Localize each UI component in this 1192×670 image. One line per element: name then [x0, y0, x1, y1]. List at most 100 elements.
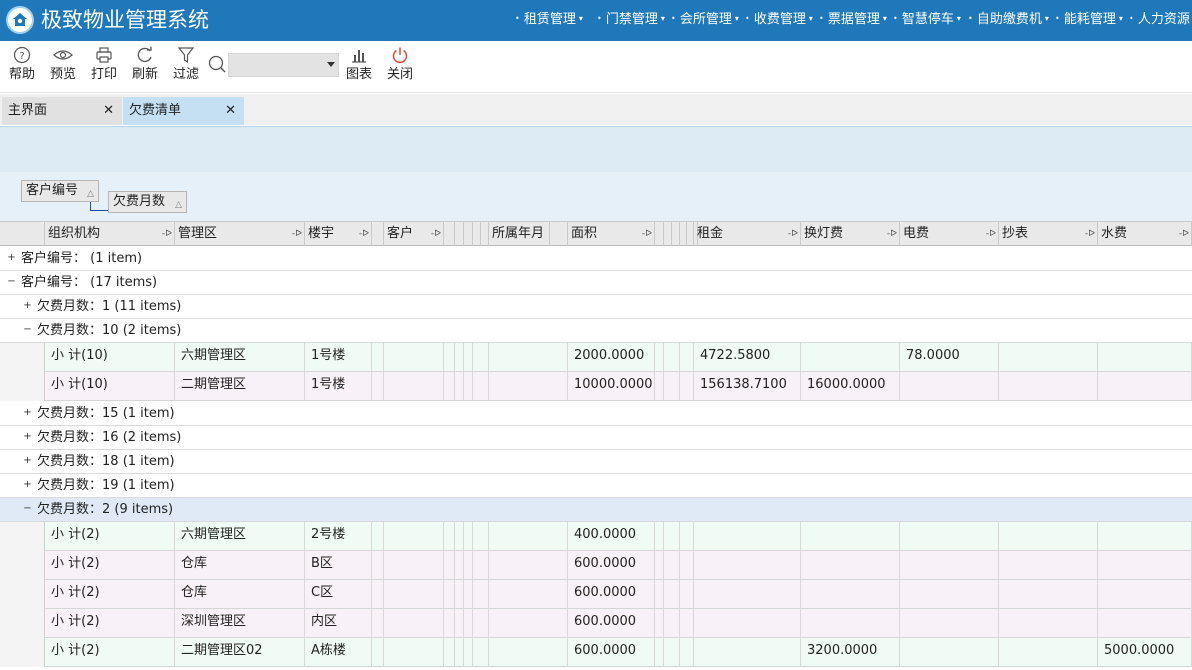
- table-cell[interactable]: [664, 551, 680, 579]
- nav-access[interactable]: • 门禁管理 ▾: [594, 11, 665, 28]
- nav-energy[interactable]: • 能耗管理 ▾: [1052, 11, 1123, 28]
- table-cell[interactable]: [999, 343, 1098, 371]
- table-cell[interactable]: [372, 343, 384, 371]
- table-cell[interactable]: [473, 372, 489, 400]
- table-cell[interactable]: [455, 343, 464, 371]
- table-row[interactable]: 小 计(2) 六期管理区 2号楼 400.0000: [0, 522, 1192, 551]
- table-cell[interactable]: [384, 580, 444, 608]
- table-cell[interactable]: [1098, 609, 1192, 637]
- table-cell[interactable]: [444, 372, 455, 400]
- table-cell[interactable]: [444, 522, 455, 550]
- table-cell[interactable]: [999, 372, 1098, 400]
- table-cell[interactable]: [372, 609, 384, 637]
- table-cell[interactable]: [655, 580, 664, 608]
- table-cell[interactable]: 深圳管理区: [175, 609, 305, 637]
- collapse-icon[interactable]: −: [7, 277, 16, 287]
- col-narrow[interactable]: [455, 222, 464, 246]
- search-icon[interactable]: [207, 53, 227, 79]
- table-cell[interactable]: [384, 638, 444, 666]
- table-cell[interactable]: [455, 522, 464, 550]
- table-cell[interactable]: C区: [305, 580, 372, 608]
- subgroup-row[interactable]: − 欠费月数：2 (9 items): [0, 498, 1192, 522]
- col-water[interactable]: 水费 -ᐅ: [1098, 222, 1192, 246]
- table-cell[interactable]: 600.0000: [568, 551, 655, 579]
- preview-button[interactable]: 预览: [48, 46, 78, 83]
- expand-icon[interactable]: +: [23, 301, 32, 311]
- table-cell[interactable]: [680, 580, 694, 608]
- table-cell[interactable]: [473, 522, 489, 550]
- table-cell[interactable]: 小 计(2): [45, 580, 175, 608]
- nav-fee[interactable]: • 收费管理 ▾: [742, 11, 813, 28]
- table-cell[interactable]: [680, 638, 694, 666]
- table-cell[interactable]: [384, 372, 444, 400]
- col-meter[interactable]: 抄表 -ᐅ: [999, 222, 1098, 246]
- table-cell[interactable]: [694, 522, 801, 550]
- subgroup-row[interactable]: − 欠费月数：10 (2 items): [0, 319, 1192, 343]
- help-button[interactable]: ? 帮助: [7, 46, 37, 83]
- subgroup-row[interactable]: + 欠费月数：15 (1 item): [0, 402, 1192, 426]
- table-cell[interactable]: [372, 522, 384, 550]
- table-cell[interactable]: [455, 580, 464, 608]
- table-cell[interactable]: [473, 638, 489, 666]
- table-cell[interactable]: [694, 609, 801, 637]
- table-cell[interactable]: [900, 522, 999, 550]
- table-cell[interactable]: 600.0000: [568, 580, 655, 608]
- expand-icon[interactable]: +: [23, 480, 32, 490]
- table-cell[interactable]: 1号楼: [305, 343, 372, 371]
- table-cell[interactable]: [900, 609, 999, 637]
- table-cell[interactable]: 2号楼: [305, 522, 372, 550]
- table-cell[interactable]: [455, 638, 464, 666]
- table-cell[interactable]: [999, 609, 1098, 637]
- table-cell[interactable]: [655, 551, 664, 579]
- table-cell[interactable]: [999, 522, 1098, 550]
- pin-icon[interactable]: -ᐅ: [359, 222, 369, 246]
- table-cell[interactable]: [664, 522, 680, 550]
- table-cell[interactable]: 4722.5800: [694, 343, 801, 371]
- col-building[interactable]: 楼宇 -ᐅ: [305, 222, 372, 246]
- table-cell[interactable]: [455, 609, 464, 637]
- col-narrow[interactable]: [473, 222, 481, 246]
- table-cell[interactable]: [372, 638, 384, 666]
- table-cell[interactable]: 156138.7100: [694, 372, 801, 400]
- table-cell[interactable]: [694, 551, 801, 579]
- table-cell[interactable]: [680, 609, 694, 637]
- tab-main[interactable]: 主界面 ✕: [2, 97, 122, 125]
- table-cell[interactable]: 小 计(10): [45, 343, 175, 371]
- table-cell[interactable]: 小 计(10): [45, 372, 175, 400]
- table-cell[interactable]: 1号楼: [305, 372, 372, 400]
- table-cell[interactable]: 仓库: [175, 580, 305, 608]
- table-row[interactable]: 小 计(10) 六期管理区 1号楼 2000.0000 4722.5800 78…: [0, 343, 1192, 372]
- table-cell[interactable]: [464, 343, 473, 371]
- col-narrow[interactable]: [481, 222, 489, 246]
- table-cell[interactable]: [999, 638, 1098, 666]
- table-cell[interactable]: [384, 551, 444, 579]
- table-cell[interactable]: [680, 372, 694, 400]
- table-cell[interactable]: [455, 551, 464, 579]
- table-cell[interactable]: [473, 580, 489, 608]
- subgroup-row[interactable]: + 欠费月数：18 (1 item): [0, 450, 1192, 474]
- expand-icon[interactable]: +: [7, 253, 16, 263]
- group-chip-customer[interactable]: 客户编号 △: [21, 180, 99, 202]
- table-cell[interactable]: 3200.0000: [801, 638, 900, 666]
- col-area[interactable]: 管理区 -ᐅ: [175, 222, 305, 246]
- table-cell[interactable]: B区: [305, 551, 372, 579]
- table-cell[interactable]: [1098, 551, 1192, 579]
- table-cell[interactable]: [444, 638, 455, 666]
- table-cell[interactable]: [655, 343, 664, 371]
- table-cell[interactable]: [464, 551, 473, 579]
- table-cell[interactable]: [489, 638, 568, 666]
- table-cell[interactable]: [655, 609, 664, 637]
- nav-invoice[interactable]: • 票据管理 ▾: [816, 11, 887, 28]
- col-narrow[interactable]: [655, 222, 664, 246]
- table-cell[interactable]: [664, 580, 680, 608]
- col-elec[interactable]: 电费 -ᐅ: [900, 222, 999, 246]
- col-lamp[interactable]: 换灯费 -ᐅ: [801, 222, 900, 246]
- nav-lease[interactable]: • 租赁管理 ▾: [512, 11, 583, 28]
- table-row[interactable]: 小 计(2) 仓库 C区 600.0000: [0, 580, 1192, 609]
- collapse-icon[interactable]: −: [23, 325, 32, 335]
- pin-icon[interactable]: -ᐅ: [642, 222, 652, 246]
- table-cell[interactable]: 二期管理区: [175, 372, 305, 400]
- col-customer[interactable]: 客户 -ᐅ: [384, 222, 444, 246]
- table-cell[interactable]: [1098, 580, 1192, 608]
- col-rent[interactable]: 租金 -ᐅ: [694, 222, 801, 246]
